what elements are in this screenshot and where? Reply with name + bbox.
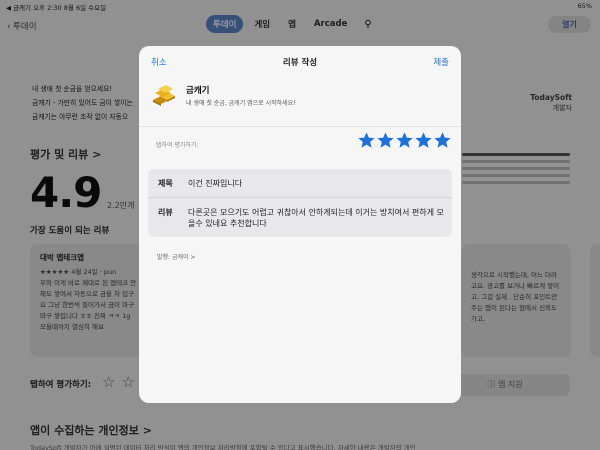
title-row[interactable]: 제목 이건 진짜입니다 <box>148 169 452 198</box>
app-subtitle: 내 생애 첫 순금, 금캐기 앱으로 시작하세요! <box>186 100 296 107</box>
app-info: 금캐기 내 생애 첫 순금, 금캐기 앱으로 시작하세요! <box>139 78 461 114</box>
sheet-title: 리뷰 작성 <box>282 58 318 68</box>
star-icon[interactable] <box>434 132 451 149</box>
star-rating[interactable] <box>358 132 451 149</box>
star-icon[interactable] <box>396 132 413 149</box>
star-icon[interactable] <box>358 132 375 149</box>
posted-as[interactable]: 발행: 금캐이 > <box>157 252 195 261</box>
app-name: 금캐기 <box>186 86 210 96</box>
gold-bars-icon <box>153 85 175 106</box>
rate-label: 탭하여 평가하기: <box>156 142 199 149</box>
sheet-header: 취소 리뷰 작성 제출 <box>139 46 461 78</box>
review-label: 리뷰 <box>158 208 173 217</box>
review-field[interactable]: 다른곳은 모으기도 어렵고 귀찮아서 안하게되는데 이거는 방치여서 편하게 모… <box>188 207 446 229</box>
title-field[interactable]: 이건 진짜입니다 <box>188 178 446 189</box>
title-label: 제목 <box>158 179 173 188</box>
divider <box>139 126 461 127</box>
submit-button[interactable]: 제출 <box>433 56 449 68</box>
write-review-sheet: 취소 리뷰 작성 제출 금캐기 내 생애 첫 순금, 금캐기 앱으로 시작하세요… <box>139 46 461 403</box>
review-form: 제목 이건 진짜입니다 리뷰 다른곳은 모으기도 어렵고 귀찮아서 안하게되는데… <box>148 169 452 237</box>
star-icon[interactable] <box>415 132 432 149</box>
star-icon[interactable] <box>377 132 394 149</box>
rating-row: 탭하여 평가하기: <box>139 132 461 161</box>
review-row[interactable]: 리뷰 다른곳은 모으기도 어렵고 귀찮아서 안하게되는데 이거는 방치여서 편하… <box>148 198 452 237</box>
